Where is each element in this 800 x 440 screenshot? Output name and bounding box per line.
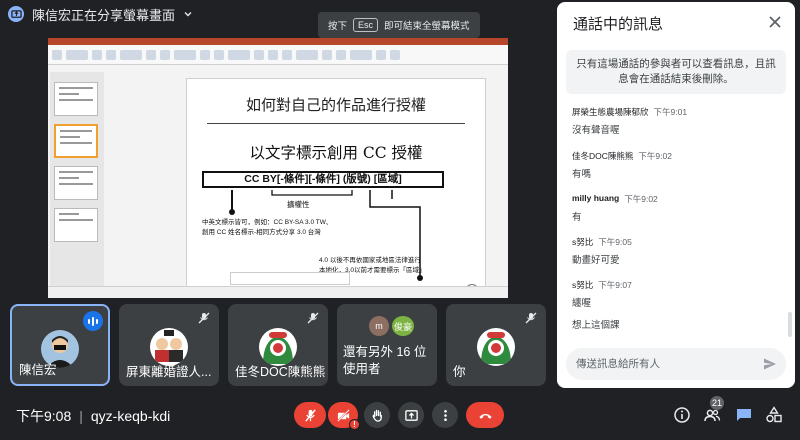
- message-time: 下午9:07: [598, 280, 632, 290]
- slide-thumbnail: [54, 166, 98, 200]
- chat-message-input[interactable]: [576, 354, 746, 374]
- participant-count-badge: 21: [710, 396, 725, 410]
- chat-button[interactable]: [733, 404, 755, 426]
- message-time: 下午9:05: [598, 237, 632, 247]
- close-icon[interactable]: [767, 14, 783, 30]
- participant-name: 屏東離婚證人...: [126, 365, 212, 379]
- avatar: 俊豪: [392, 316, 414, 336]
- note-left-line: 創用 CC 姓名標示-相同方式分享 3.0 台灣: [202, 229, 321, 236]
- participant-name: 你: [453, 365, 466, 379]
- slide-note-left: 中英文標示皆可，例如：CC BY-SA 3.0 TW、 創用 CC 姓名標示-相…: [202, 218, 332, 238]
- note-right-line: 4.0 以後不再依國家或地區法律進行: [319, 257, 421, 264]
- chat-panel: 通話中的訊息 只有這場通話的參與者可以查看訊息，且訊息會在通話結束後刪除。 屏榮…: [557, 2, 795, 388]
- info-icon: [674, 407, 690, 423]
- browser-notification-bar: [230, 272, 350, 285]
- chat-message: 屏榮生態農場陳郁欣 下午9:01 沒有聲音喔: [572, 106, 777, 136]
- participant-tile-you[interactable]: 你: [446, 304, 546, 386]
- participants-button[interactable]: 21: [701, 396, 725, 426]
- message-text: 有嗎: [572, 169, 592, 180]
- avatar: [477, 328, 515, 366]
- message-text: 沒有聲音喔: [572, 125, 620, 136]
- presenting-icon: [8, 6, 24, 22]
- leave-call-button[interactable]: [466, 402, 504, 428]
- avatar: m: [369, 316, 389, 336]
- note-left-line: 中英文標示皆可，例如：CC BY-SA 3.0 TW、: [202, 219, 333, 226]
- chat-panel-title: 通話中的訊息: [573, 16, 664, 33]
- participant-tile[interactable]: 佳冬DOC陳熊熊: [228, 304, 328, 386]
- camera-toggle-button[interactable]: !: [328, 402, 360, 430]
- chat-icon: [737, 409, 751, 421]
- message-sender: 屏榮生態農場陳郁欣: [572, 107, 649, 117]
- chat-message: milly huang 下午9:02 有: [572, 193, 777, 223]
- message-sender: s努比: [572, 237, 594, 247]
- app-ribbon: [48, 45, 508, 65]
- more-options-button[interactable]: [432, 402, 458, 428]
- message-time: 下午9:02: [638, 151, 672, 161]
- chat-message: 佳冬DOC陳熊熊 下午9:02 有嗎: [572, 150, 777, 180]
- mic-toggle-button[interactable]: [294, 402, 326, 428]
- message-text: 纏喔: [572, 298, 592, 309]
- presenter-label: 陳信宏正在分享螢幕畫面: [32, 7, 176, 23]
- message-sender: milly huang: [572, 193, 620, 203]
- optional-label: 擴權性: [287, 200, 310, 209]
- chat-scrollbar[interactable]: [788, 312, 792, 337]
- chat-composer: [566, 348, 786, 380]
- send-icon[interactable]: [762, 356, 778, 372]
- speaking-indicator-icon: [83, 311, 103, 331]
- message-time: 下午9:02: [624, 194, 658, 204]
- camera-off-icon: [336, 408, 350, 422]
- presenter-banner[interactable]: 陳信宏正在分享螢幕畫面: [8, 3, 193, 25]
- esc-key: Esc: [353, 18, 379, 32]
- participant-name: 佳冬DOC陳熊熊: [235, 365, 326, 379]
- participant-tile-self-presenter[interactable]: 陳信宏: [10, 304, 110, 386]
- chevron-down-icon[interactable]: [183, 9, 193, 19]
- warning-icon: !: [349, 419, 360, 430]
- activities-button[interactable]: [763, 404, 785, 426]
- shared-screen: 如何對自己的作品進行授權 以文字標示創用 CC 授權 CC BY[-條件][-條…: [48, 38, 508, 298]
- message-sender: s努比: [572, 280, 594, 290]
- meeting-details-button[interactable]: [671, 404, 693, 426]
- mic-off-icon: [198, 312, 210, 324]
- participant-name: 陳信宏: [19, 363, 57, 377]
- slide-thumbnails: [50, 72, 104, 298]
- message-sender: 佳冬DOC陳熊熊: [572, 151, 634, 161]
- mic-off-icon: [307, 312, 319, 324]
- present-screen-button[interactable]: [398, 402, 424, 428]
- more-vertical-icon: [443, 409, 447, 421]
- overflow-participants-label: 還有另外 16 位使用者: [343, 345, 427, 376]
- slide-thumbnail-selected: [54, 124, 98, 158]
- chat-message: s努比 下午9:07 纏喔 想上這個課: [572, 279, 777, 331]
- mic-off-icon: [304, 408, 316, 422]
- hand-icon: [372, 409, 382, 422]
- message-text: 有: [572, 212, 582, 223]
- shapes-icon: [766, 406, 782, 423]
- participant-tile[interactable]: 屏東離婚證人...: [119, 304, 219, 386]
- overflow-avatars: m 俊豪: [369, 316, 414, 336]
- message-time: 下午9:01: [653, 107, 688, 117]
- clock-time: 下午9:08: [16, 408, 72, 424]
- participant-tile-overflow[interactable]: m 俊豪 還有另外 16 位使用者: [337, 304, 437, 386]
- mic-off-icon: [525, 312, 537, 324]
- slide-thumbnail: [54, 208, 98, 242]
- current-slide: 如何對自己的作品進行授權 以文字標示創用 CC 授權 CC BY[-條件][-條…: [186, 78, 486, 298]
- message-text: 動畫好可愛: [572, 255, 620, 266]
- app-title-bar: [48, 38, 508, 45]
- meeting-code: qyz-keqb-kdi: [90, 408, 171, 424]
- app-status-bar: [48, 286, 508, 298]
- meeting-info: 下午9:08 | qyz-keqb-kdi: [16, 406, 170, 426]
- call-controls-bar: 下午9:08 | qyz-keqb-kdi ! 21: [0, 392, 800, 440]
- raise-hand-button[interactable]: [364, 402, 390, 428]
- chat-message: s努比 下午9:05 動畫好可愛: [572, 236, 777, 266]
- chat-privacy-notice: 只有這場通話的參與者可以查看訊息，且訊息會在通話結束後刪除。: [566, 50, 786, 94]
- esc-hint-after: 即可結束全螢幕模式: [384, 21, 470, 32]
- esc-hint-before: 按下: [328, 21, 348, 32]
- hang-up-icon: [478, 413, 492, 419]
- slide-thumbnail: [54, 82, 98, 116]
- fullscreen-exit-hint: 按下 Esc 即可結束全螢幕模式: [318, 12, 480, 38]
- present-icon: [404, 409, 418, 421]
- message-text: 想上這個課: [572, 320, 620, 331]
- separator: |: [79, 408, 83, 424]
